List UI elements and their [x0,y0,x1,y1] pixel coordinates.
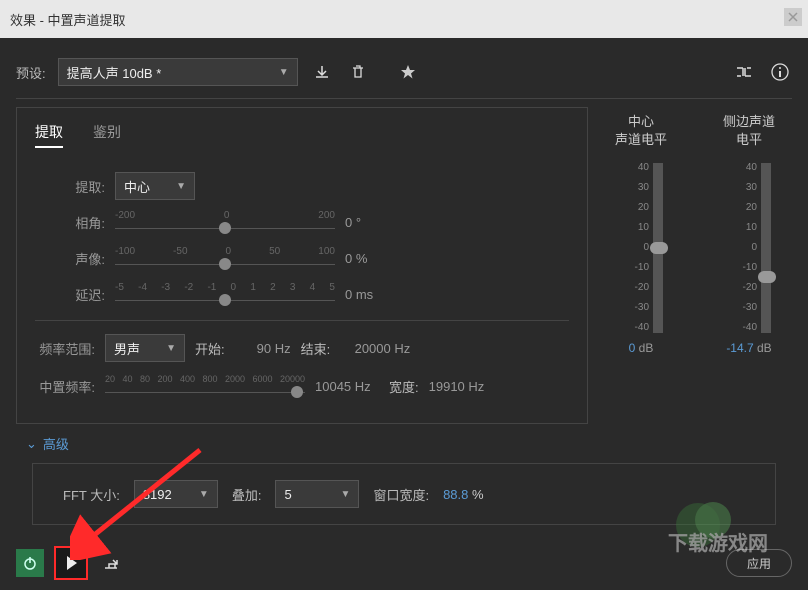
info-button[interactable] [768,60,792,84]
export-button[interactable] [98,549,126,577]
chevron-down-icon: ▼ [166,343,176,354]
end-label: 结束: [301,339,331,358]
preset-dropdown[interactable]: 提高人声 10dB * ▼ [58,58,298,86]
routing-button[interactable] [732,60,756,84]
image-label: 声像: [35,249,105,268]
image-slider[interactable]: -100-50050100 [115,246,335,270]
preset-value: 提高人声 10dB * [67,63,162,82]
play-button[interactable] [54,546,88,580]
side-meter-slider[interactable]: 403020100-10-20-30-40 [719,163,779,333]
save-preset-button[interactable] [310,60,334,84]
extract-panel: 提取 鉴别 提取: 中心 ▼ 相角: -2000200 0 ° 声像: [16,107,588,424]
divider [35,320,569,321]
center-meter-slider[interactable]: 403020100-10-20-30-40 [611,163,671,333]
title-bar: 效果 - 中置声道提取 [0,0,808,38]
fft-value: 8192 [143,487,172,502]
side-meter-value: -14.7 dB [726,341,771,355]
advanced-toggle[interactable]: ⌄ 高级 [16,424,792,463]
chevron-down-icon: ▼ [176,181,186,192]
width-value[interactable]: 19910 Hz [429,379,493,394]
center-meter: 中心声道电平 403020100-10-20-30-40 0 dB [598,113,684,424]
image-value: 0 % [345,251,395,266]
chevron-down-icon: ▼ [341,489,351,500]
divider [16,98,792,99]
freq-range-dropdown[interactable]: 男声 ▼ [105,334,185,362]
freq-range-label: 频率范围: [35,339,95,358]
preset-row: 预设: 提高人声 10dB * ▼ [16,50,792,94]
close-button[interactable] [784,8,802,26]
tab-extract[interactable]: 提取 [35,122,63,148]
phase-value: 0 ° [345,215,395,230]
favorite-button[interactable] [396,60,420,84]
power-button[interactable] [16,549,44,577]
center-freq-slider[interactable]: 2040802004008002000600020000 [105,374,305,398]
fft-label: FFT 大小: [63,485,120,504]
start-label: 开始: [195,339,225,358]
footer: 应用 [16,546,792,580]
overlap-label: 叠加: [232,485,262,504]
chevron-down-icon: ▼ [199,489,209,500]
start-value[interactable]: 90 Hz [235,341,291,356]
center-meter-title: 中心声道电平 [615,113,667,153]
advanced-label: 高级 [43,434,69,453]
center-meter-value: 0 dB [629,341,654,355]
window-title: 效果 - 中置声道提取 [10,10,126,29]
end-value[interactable]: 20000 Hz [340,341,410,356]
play-icon [67,556,77,570]
delay-value: 0 ms [345,287,395,302]
delay-slider[interactable]: -5-4-3-2-1012345 [115,282,335,306]
apply-button[interactable]: 应用 [726,549,792,577]
extract-mode-label: 提取: [35,177,105,196]
side-meter: 侧边声道电平 403020100-10-20-30-40 -14.7 dB [706,113,792,424]
meters: 中心声道电平 403020100-10-20-30-40 0 dB 侧边声道电平… [598,107,792,424]
preset-label: 预设: [16,63,46,82]
extract-mode-dropdown[interactable]: 中心 ▼ [115,172,195,200]
winwidth-label: 窗口宽度: [373,485,429,504]
fft-dropdown[interactable]: 8192 ▼ [134,480,218,508]
overlap-value: 5 [284,487,291,502]
tab-identify[interactable]: 鉴别 [93,122,121,148]
width-label: 宽度: [389,377,419,396]
center-freq-label: 中置频率: [35,377,95,396]
delay-label: 延迟: [35,285,105,304]
phase-label: 相角: [35,213,105,232]
extract-mode-value: 中心 [124,177,150,196]
chevron-down-icon: ⌄ [26,436,37,452]
side-meter-title: 侧边声道电平 [723,113,775,153]
tabs: 提取 鉴别 [35,122,569,148]
chevron-down-icon: ▼ [279,67,289,78]
overlap-dropdown[interactable]: 5 ▼ [275,480,359,508]
winwidth-value[interactable]: 88.8 % [443,487,483,502]
delete-preset-button[interactable] [346,60,370,84]
center-freq-value[interactable]: 10045 Hz [315,379,379,394]
freq-range-value: 男声 [114,339,140,358]
phase-slider[interactable]: -2000200 [115,210,335,234]
advanced-panel: FFT 大小: 8192 ▼ 叠加: 5 ▼ 窗口宽度: 88.8 % [32,463,776,525]
